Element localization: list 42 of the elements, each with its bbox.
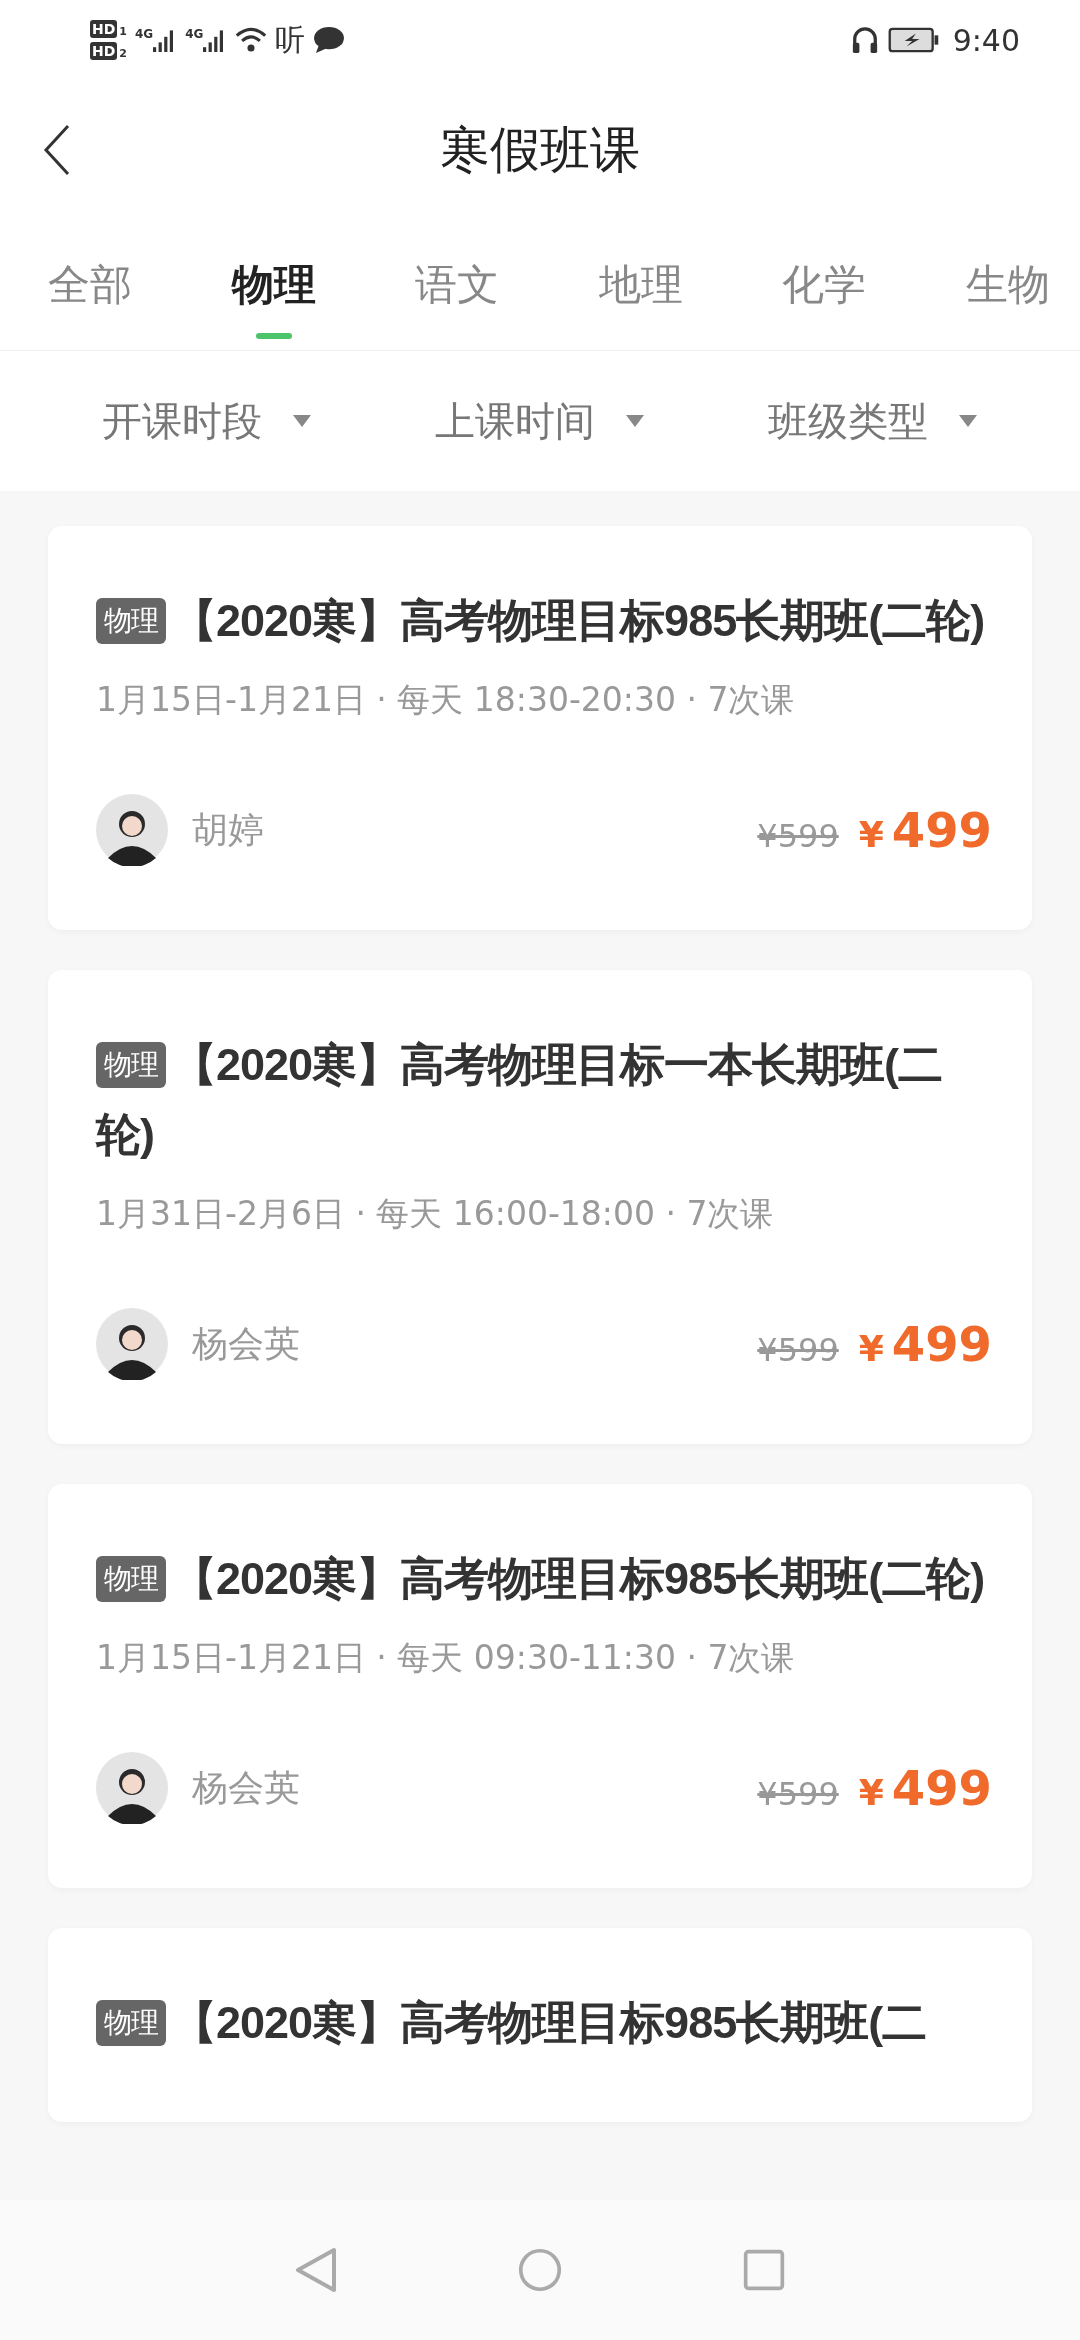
- filter-dropdown[interactable]: 上课时间: [435, 393, 595, 449]
- course-title: 物理 【2020寒】高考物理目标一本长期班(二轮): [96, 1038, 944, 1162]
- status-time: 9:40: [952, 22, 1020, 58]
- course-schedule: 1月31日-2月6日 · 每天 16:00-18:00 · 7次课: [96, 1194, 775, 1234]
- page-title: 寒假班课: [440, 119, 640, 181]
- course-card[interactable]: 物理 【2020寒】高考物理目标985长期班(二轮) 1月15日-1月21日 · 每天 09:30-11:30 · 7次课 杨会英 ¥599 ¥ 499: [48, 1484, 1032, 1888]
- course-schedule: 1月15日-1月21日 · 每天 18:30-20:30 · 7次课: [96, 680, 796, 720]
- subject-tag: 物理: [96, 2000, 166, 2046]
- category-tab[interactable]: 全部: [48, 249, 132, 321]
- subject-tag: 物理: [96, 1556, 166, 1602]
- original-price: ¥599: [757, 1331, 839, 1369]
- teacher-name: 胡婷: [192, 807, 264, 852]
- status-text: 听: [275, 20, 306, 59]
- subject-tag: 物理: [96, 1042, 166, 1088]
- category-tab[interactable]: 语文: [415, 249, 500, 321]
- category-tab[interactable]: 化学: [782, 249, 867, 321]
- category-tab[interactable]: 物理: [231, 249, 316, 321]
- course-title: 物理 【2020寒】高考物理目标985长期班(二轮): [96, 586, 992, 656]
- course-card[interactable]: 物理 【2020寒】高考物理目标一本长期班(二轮) 1月31日-2月6日 · 每天 16:00-18:00 · 7次课 杨会英 ¥599 ¥ 499: [48, 970, 1032, 1444]
- price: ¥ 499: [858, 802, 992, 858]
- teacher-name: 杨会英: [192, 1765, 300, 1810]
- filter-dropdown[interactable]: 开课时段: [101, 393, 262, 449]
- category-tab[interactable]: 生物: [965, 249, 1050, 321]
- category-tab[interactable]: 地理: [598, 249, 683, 321]
- course-card[interactable]: 物理 【2020寒】高考物理目标985长期班(二: [48, 1928, 1032, 2122]
- sim-label: HD: [90, 42, 118, 60]
- price: ¥ 499: [858, 1316, 992, 1372]
- sim-slot: 2: [119, 47, 127, 60]
- course-schedule: 1月15日-1月21日 · 每天 09:30-11:30 · 7次课: [96, 1638, 796, 1678]
- original-price: ¥599: [757, 1775, 839, 1813]
- subject-tag: 物理: [96, 598, 166, 644]
- filter-dropdown[interactable]: 班级类型: [768, 393, 929, 449]
- teacher-name: 杨会英: [192, 1321, 300, 1366]
- price: ¥ 499: [858, 1760, 992, 1816]
- sim-slot: 1: [119, 25, 127, 38]
- course-title: 物理 【2020寒】高考物理目标985长期班(二轮): [96, 1544, 992, 1614]
- network-type: 4G: [135, 27, 154, 41]
- sim-label: HD: [90, 20, 118, 38]
- course-title: 物理 【2020寒】高考物理目标985长期班(二: [96, 1988, 992, 2058]
- network-type: 4G: [185, 27, 204, 41]
- original-price: ¥599: [757, 817, 839, 855]
- course-card[interactable]: 物理 【2020寒】高考物理目标985长期班(二轮) 1月15日-1月21日 · 每天 18:30-20:30 · 7次课 胡婷 ¥599 ¥ 499: [48, 526, 1032, 930]
